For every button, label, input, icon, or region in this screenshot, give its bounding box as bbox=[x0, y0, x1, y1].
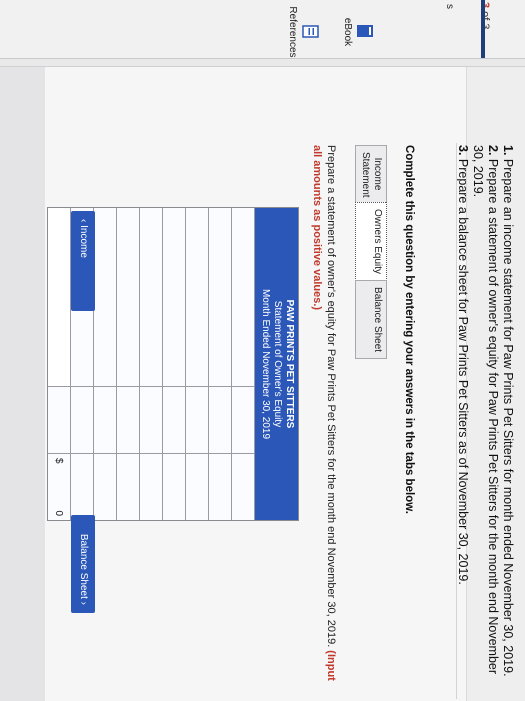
total-cell[interactable] bbox=[94, 454, 116, 520]
book-icon bbox=[357, 25, 373, 37]
instruction-item: 1. Prepare an income statement for Paw P… bbox=[501, 145, 515, 677]
references-label: References bbox=[287, 6, 298, 58]
answer-tabs: Income Statement Owners Equity Balance S… bbox=[355, 145, 387, 360]
amount-cell[interactable] bbox=[209, 387, 231, 454]
instruction-item: 3. Prepare a balance sheet for Paw Print… bbox=[456, 145, 470, 585]
amount-cell[interactable] bbox=[94, 387, 116, 454]
total-cell[interactable] bbox=[140, 454, 162, 520]
rotated-screen: 3 of 3 s eBook References 1. Prepare an … bbox=[0, 0, 525, 701]
footer-area bbox=[0, 67, 45, 701]
question-panel: 1. Prepare an income statement for Paw P… bbox=[0, 66, 525, 701]
table-row bbox=[163, 208, 186, 520]
amount-cell[interactable] bbox=[186, 387, 208, 454]
total-cell[interactable] bbox=[71, 454, 93, 520]
account-cell[interactable] bbox=[163, 208, 185, 387]
table-row bbox=[140, 208, 163, 520]
prev-tab-button[interactable]: ‹ Income Statement bbox=[54, 211, 95, 311]
ending-capital-total: $ 0 bbox=[48, 454, 70, 520]
rail-edge-letter: s bbox=[444, 4, 455, 9]
currency-symbol: $ bbox=[53, 458, 65, 464]
total-cell[interactable] bbox=[163, 454, 185, 520]
total-cell[interactable] bbox=[232, 454, 254, 520]
account-cell[interactable] bbox=[186, 208, 208, 387]
total-cell[interactable] bbox=[186, 454, 208, 520]
statement-period: Month Ended November 30, 2019 bbox=[260, 288, 271, 440]
table-row bbox=[209, 208, 232, 520]
table-row bbox=[117, 208, 140, 520]
tab-income-statement[interactable]: Income Statement bbox=[355, 145, 387, 203]
tab-balance-sheet[interactable]: Balance Sheet bbox=[355, 280, 387, 360]
left-rail: 3 of 3 s eBook References bbox=[0, 0, 525, 59]
amount-cell[interactable] bbox=[140, 387, 162, 454]
document-icon bbox=[302, 25, 319, 38]
instruction-list: 1. Prepare an income statement for Paw P… bbox=[455, 145, 515, 685]
amount-cell[interactable] bbox=[232, 387, 254, 454]
next-tab-label: Balance Sheet bbox=[78, 533, 89, 599]
instruction-item: 2. Prepare a statement of owner's equity… bbox=[471, 145, 500, 675]
total-cell[interactable] bbox=[117, 454, 139, 520]
progress-bar bbox=[481, 0, 485, 58]
amount-cell[interactable] bbox=[71, 387, 93, 454]
ebook-button[interactable]: eBook bbox=[342, 6, 375, 58]
table-row bbox=[186, 208, 209, 520]
amount-cell[interactable] bbox=[117, 387, 139, 454]
amount-cell[interactable] bbox=[48, 387, 70, 454]
prev-tab-label: Income Statement bbox=[54, 219, 89, 265]
section-divider bbox=[456, 143, 457, 699]
chevron-right-icon: › bbox=[78, 601, 89, 605]
statement-name: Statement of Owner's Equity bbox=[272, 300, 283, 428]
table-header: PAW PRINTS PET SITTERS Statement of Owne… bbox=[255, 208, 298, 520]
account-cell[interactable] bbox=[140, 208, 162, 387]
next-tab-button[interactable]: Balance Sheet › bbox=[71, 515, 95, 613]
tab-owners-equity[interactable]: Owners Equity bbox=[355, 202, 387, 282]
chevron-left-icon: ‹ bbox=[78, 219, 89, 223]
total-value: 0 bbox=[53, 510, 65, 516]
total-cell[interactable] bbox=[209, 454, 231, 520]
account-cell[interactable] bbox=[232, 208, 254, 387]
account-cell[interactable] bbox=[94, 208, 116, 387]
task-description: Prepare a statement of owner's equity fo… bbox=[311, 145, 337, 681]
company-name: PAW PRINTS PET SITTERS bbox=[284, 299, 295, 429]
account-cell[interactable] bbox=[209, 208, 231, 387]
table-row bbox=[94, 208, 117, 520]
references-button[interactable]: References bbox=[287, 6, 320, 58]
amount-cell[interactable] bbox=[163, 387, 185, 454]
ebook-label: eBook bbox=[342, 17, 353, 47]
table-row bbox=[232, 208, 255, 520]
complete-prompt: Complete this question by entering your … bbox=[403, 145, 415, 514]
account-cell[interactable] bbox=[117, 208, 139, 387]
